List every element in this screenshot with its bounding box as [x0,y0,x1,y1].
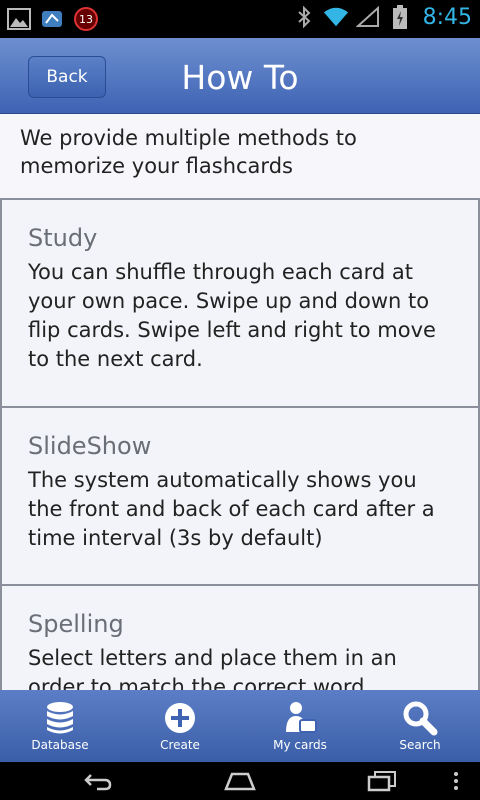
tab-create[interactable]: Create [120,690,240,762]
back-nav-icon[interactable] [78,768,118,794]
image-notification-icon [6,6,32,32]
bluetooth-icon [291,4,317,30]
section-slideshow: SlideShow The system automatically shows… [0,408,480,586]
tab-search[interactable]: Search [360,690,480,762]
section-text: The system automatically shows you the f… [28,468,435,550]
page-title: How To [181,58,299,97]
section-title: Spelling [28,610,124,638]
intro-box: We provide multiple methods to memorize … [0,114,480,200]
system-nav-bar [0,762,480,800]
clock: 8:45 [422,4,472,30]
recent-apps-nav-icon[interactable] [362,768,402,794]
battery-icon [387,4,413,30]
tab-label: Search [399,738,441,752]
tab-my-cards[interactable]: My cards [240,690,360,762]
search-icon [403,701,438,736]
tab-label: Database [31,738,89,752]
frame-border-left [0,200,2,690]
signal-icon [355,4,381,30]
tab-label: Create [160,738,200,752]
app-notification-icon [40,6,66,32]
notification-count-badge: 13 [74,7,98,31]
database-icon [47,702,73,734]
section-text: You can shuffle through each card at you… [28,260,436,371]
section-title: Study [28,224,98,252]
tab-label: My cards [273,738,327,752]
user-card-icon [286,702,317,733]
how-to-content[interactable]: We provide multiple methods to memorize … [0,114,480,690]
section-title: SlideShow [28,432,152,460]
bottom-tab-bar: Database Create My cards Search [0,690,480,762]
plus-circle-icon [165,703,195,733]
menu-nav-icon[interactable] [444,768,468,794]
status-bar: 13 8:45 [0,0,480,38]
home-nav-icon[interactable] [220,768,260,794]
section-study: Study You can shuffle through each card … [0,200,480,408]
tab-database[interactable]: Database [0,690,120,762]
app-header: Back How To [0,38,480,114]
intro-text: We provide multiple methods to memorize … [20,126,357,178]
section-spelling: Spelling Select letters and place them i… [0,586,480,690]
wifi-icon [323,4,349,30]
section-text: Select letters and place them in an orde… [28,646,397,690]
